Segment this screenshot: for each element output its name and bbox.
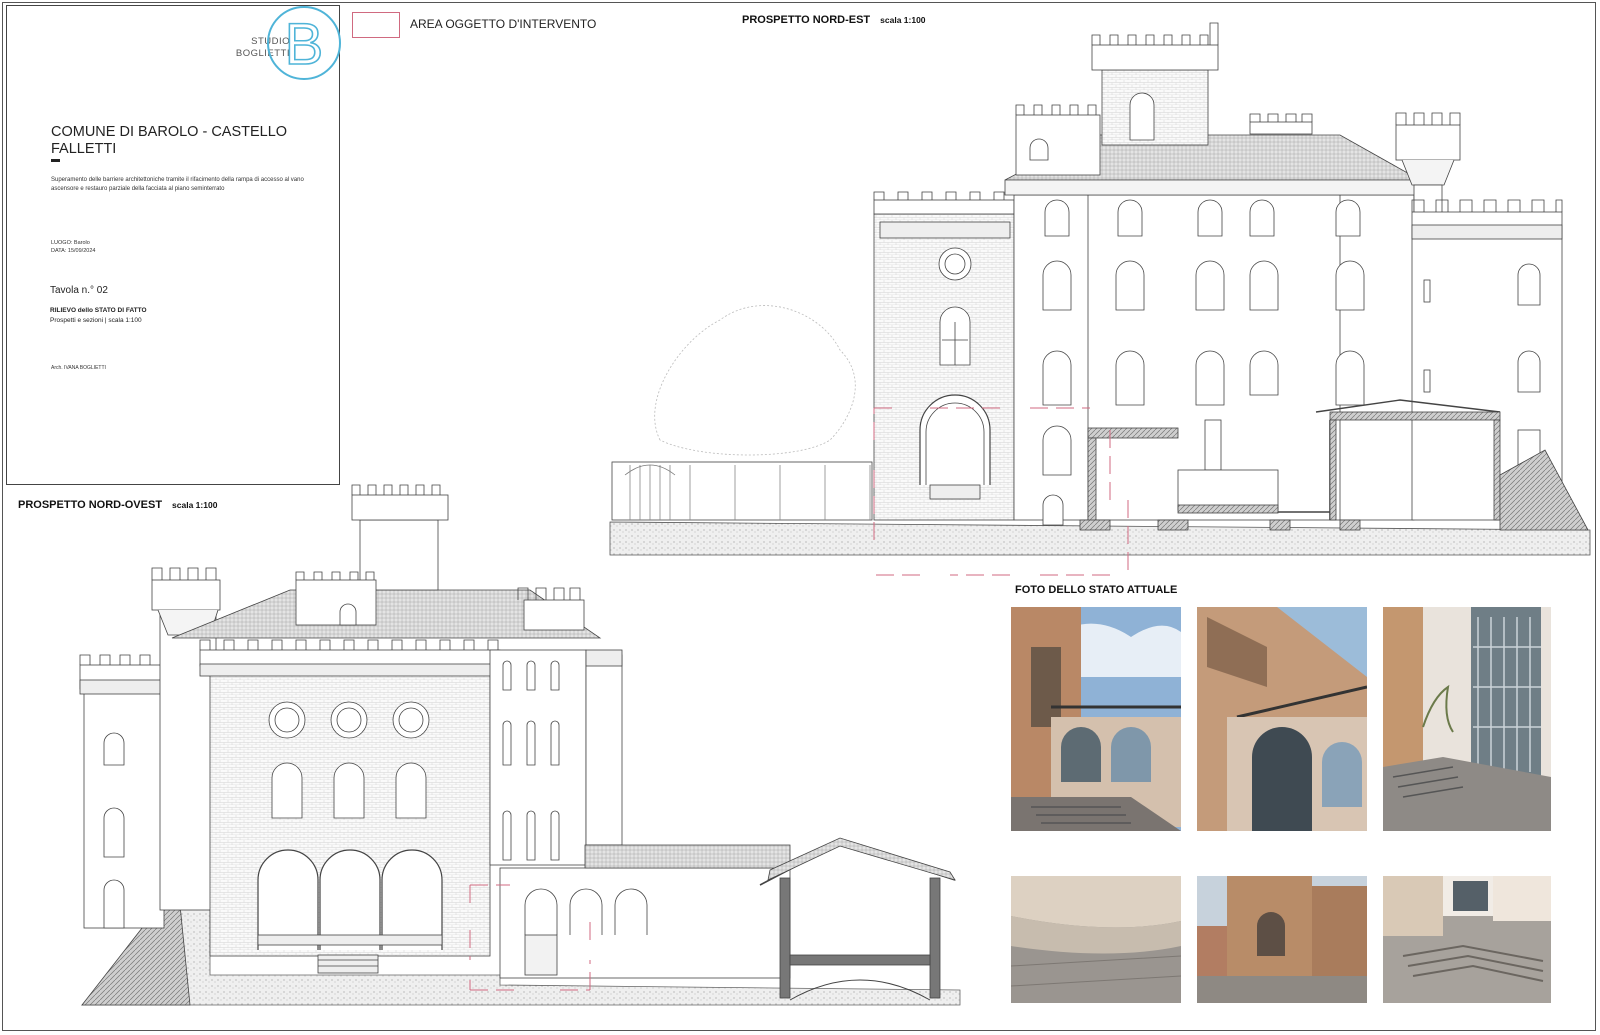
- elevation-nord-est: [609, 22, 1591, 576]
- photo-1: [1011, 607, 1181, 831]
- photo-6: [1383, 876, 1551, 1003]
- photo-2-image: [1197, 607, 1367, 831]
- photo-5: [1197, 876, 1367, 1003]
- photo-2: [1197, 607, 1367, 831]
- photo-5-image: [1197, 876, 1367, 1003]
- photo-3-image: [1383, 607, 1551, 831]
- photo-4-image: [1011, 876, 1181, 1003]
- elevation-nord-ovest: [79, 484, 961, 1006]
- photo-4: [1011, 876, 1181, 1003]
- photo-1-image: [1011, 607, 1181, 831]
- photo-6-image: [1383, 876, 1551, 1003]
- photo-3: [1383, 607, 1551, 831]
